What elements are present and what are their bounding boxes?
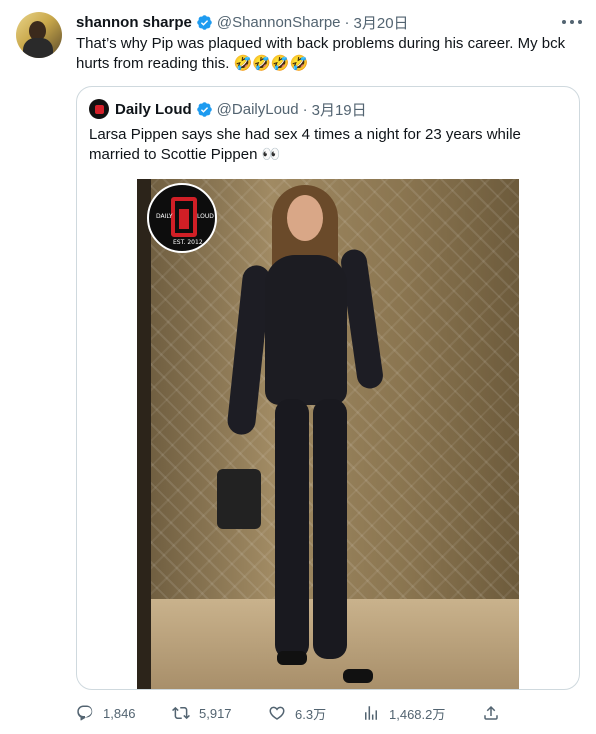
- share-button[interactable]: [482, 702, 500, 724]
- reply-count: 1,846: [103, 705, 136, 721]
- logo-text-est: EST. 2012: [173, 239, 203, 246]
- tweet: shannon sharpe @ShannonSharpe · 3月20日 Th…: [0, 0, 596, 734]
- tweet-actions: 1,846 5,917 6.3万 1,468.2万: [76, 702, 506, 724]
- logo-text-daily: DAILY: [156, 213, 173, 220]
- views-chart-icon: [365, 706, 377, 720]
- verified-badge-icon: [196, 101, 213, 118]
- views-count: 1,468.2万: [389, 706, 446, 722]
- retweet-icon: [172, 706, 190, 720]
- verified-badge-icon: [196, 14, 213, 31]
- quoted-tweet-text: Larsa Pippen says she had sex 4 times a …: [89, 126, 521, 163]
- like-count: 6.3万: [295, 706, 327, 722]
- daily-loud-logo: DAILY LOUD EST. 2012: [147, 183, 217, 253]
- reply-icon: [77, 705, 93, 721]
- quoted-tweet-date[interactable]: 3月19日: [312, 99, 367, 120]
- retweet-count: 5,917: [199, 705, 232, 721]
- share-icon: [484, 705, 498, 720]
- reply-button[interactable]: 1,846: [76, 702, 136, 724]
- logo-text-loud: LOUD: [197, 213, 214, 220]
- tweet-text: That’s why Pip was plaqued with back pro…: [76, 35, 566, 72]
- quoted-author-name[interactable]: Daily Loud: [115, 101, 192, 118]
- like-button[interactable]: 6.3万: [268, 702, 326, 724]
- heart-icon: [269, 706, 285, 720]
- tweet-header: shannon sharpe @ShannonSharpe · 3月20日: [76, 12, 409, 32]
- separator-dot: ·: [344, 13, 350, 31]
- views-button[interactable]: 1,468.2万: [362, 702, 445, 724]
- author-handle[interactable]: @ShannonSharpe: [217, 14, 341, 31]
- quoted-tweet-photo[interactable]: DAILY LOUD EST. 2012: [137, 179, 519, 689]
- author-name[interactable]: shannon sharpe: [76, 14, 192, 31]
- quoted-author-avatar[interactable]: [89, 99, 109, 119]
- retweet-button[interactable]: 5,917: [172, 702, 232, 724]
- quoted-tweet[interactable]: Daily Loud @DailyLoud · 3月19日 Larsa Pipp…: [76, 86, 580, 690]
- more-options-icon[interactable]: [562, 14, 582, 30]
- author-avatar[interactable]: [16, 12, 62, 58]
- quoted-author-handle[interactable]: @DailyLoud: [217, 101, 299, 118]
- separator-dot: ·: [302, 100, 308, 118]
- tweet-date[interactable]: 3月20日: [354, 12, 409, 33]
- quoted-tweet-header: Daily Loud @DailyLoud · 3月19日: [89, 99, 367, 119]
